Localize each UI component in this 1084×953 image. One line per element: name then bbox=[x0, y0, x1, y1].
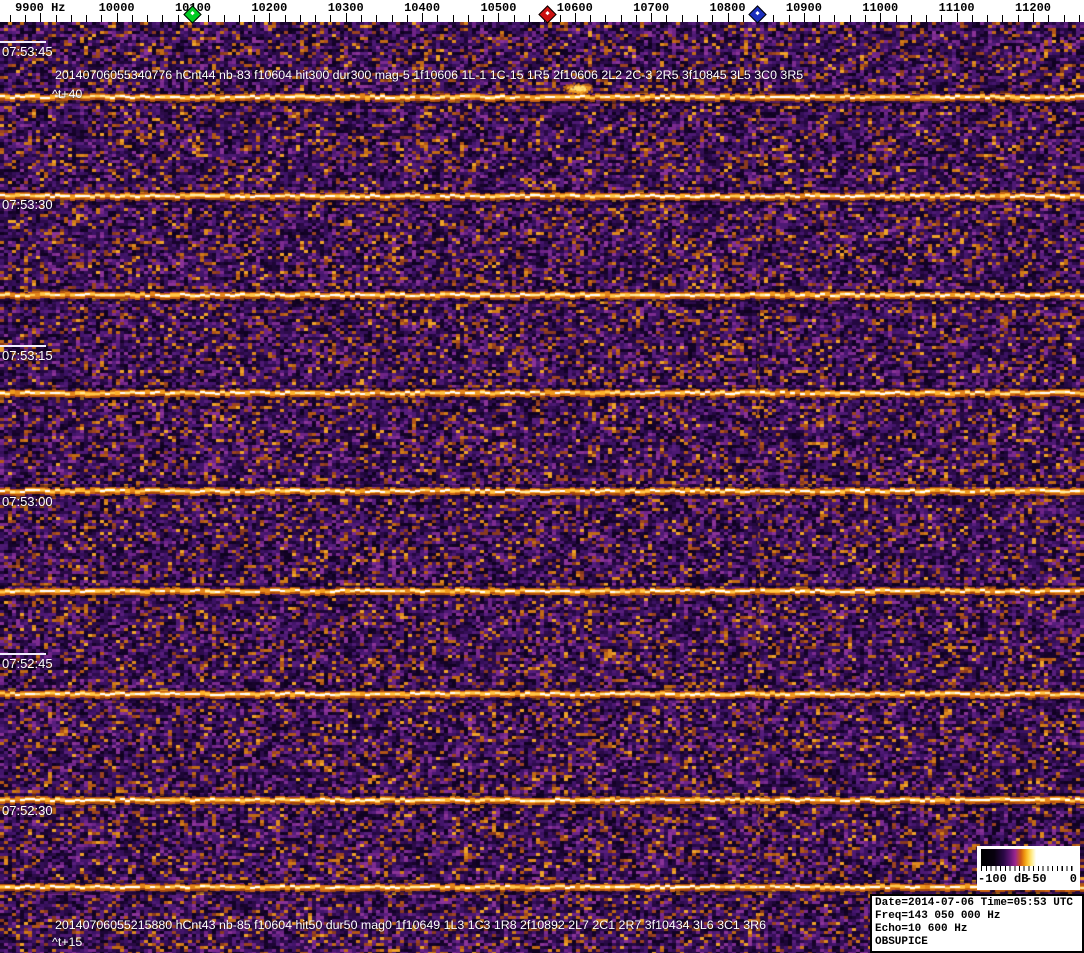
ruler-tick bbox=[514, 15, 515, 22]
ruler-tick bbox=[208, 15, 209, 22]
ruler-tick bbox=[1048, 15, 1049, 22]
ruler-tick bbox=[926, 15, 927, 22]
ruler-tick bbox=[819, 15, 820, 22]
ruler-tick bbox=[697, 15, 698, 22]
ruler-tick bbox=[743, 15, 744, 22]
ruler-tick bbox=[224, 15, 225, 22]
ruler-tick bbox=[468, 15, 469, 22]
ruler-tick bbox=[1018, 15, 1019, 22]
ruler-tick bbox=[483, 15, 484, 22]
marker-center-dot bbox=[190, 11, 194, 15]
ruler-tick bbox=[453, 15, 454, 22]
ruler-tick bbox=[773, 15, 774, 22]
ruler-tick bbox=[254, 15, 255, 22]
ruler-tick bbox=[682, 15, 683, 22]
ruler-tick bbox=[300, 15, 301, 22]
ruler-tick bbox=[911, 15, 912, 22]
ruler-tick bbox=[101, 15, 102, 22]
ruler-tick bbox=[132, 15, 133, 22]
ruler-tick bbox=[376, 15, 377, 22]
ruler-tick bbox=[315, 15, 316, 22]
ruler-tick bbox=[605, 15, 606, 22]
ruler-tick bbox=[392, 15, 393, 22]
ruler-tick bbox=[789, 15, 790, 22]
ruler-tick bbox=[590, 15, 591, 22]
ruler-tick bbox=[407, 15, 408, 22]
ruler-tick bbox=[621, 15, 622, 22]
marker-center-dot bbox=[755, 11, 759, 15]
ruler-tick bbox=[1002, 15, 1003, 22]
ruler-tick bbox=[239, 15, 240, 22]
ruler-tick bbox=[330, 15, 331, 22]
spectrogram-screen: 9900 Hz100001010010200103001040010500106… bbox=[0, 0, 1084, 953]
ruler-tick bbox=[162, 15, 163, 22]
ruler-tick bbox=[666, 15, 667, 22]
ruler-tick bbox=[636, 15, 637, 22]
ruler-tick bbox=[86, 15, 87, 22]
ruler-tick bbox=[834, 15, 835, 22]
ruler-tick bbox=[147, 15, 148, 22]
ruler-tick bbox=[25, 15, 26, 22]
ruler-tick bbox=[529, 15, 530, 22]
spectrogram-canvas bbox=[0, 22, 1084, 953]
ruler-tick bbox=[10, 15, 11, 22]
ruler-tick bbox=[712, 15, 713, 22]
ruler-tick bbox=[71, 15, 72, 22]
marker-center-dot bbox=[545, 11, 549, 15]
ruler-tick bbox=[285, 15, 286, 22]
ruler-tick bbox=[987, 15, 988, 22]
ruler-tick bbox=[437, 15, 438, 22]
ruler-tick bbox=[56, 15, 57, 22]
ruler-tick bbox=[865, 15, 866, 22]
ruler-tick bbox=[850, 15, 851, 22]
ruler-tick bbox=[1079, 15, 1080, 22]
ruler-label: 11200 bbox=[988, 1, 1078, 15]
ruler-tick bbox=[361, 15, 362, 22]
ruler-tick bbox=[178, 15, 179, 22]
frequency-ruler: 9900 Hz100001010010200103001040010500106… bbox=[0, 0, 1084, 22]
ruler-tick bbox=[941, 15, 942, 22]
ruler-tick bbox=[560, 15, 561, 22]
ruler-tick bbox=[1064, 15, 1065, 22]
ruler-tick bbox=[972, 15, 973, 22]
ruler-tick bbox=[896, 15, 897, 22]
